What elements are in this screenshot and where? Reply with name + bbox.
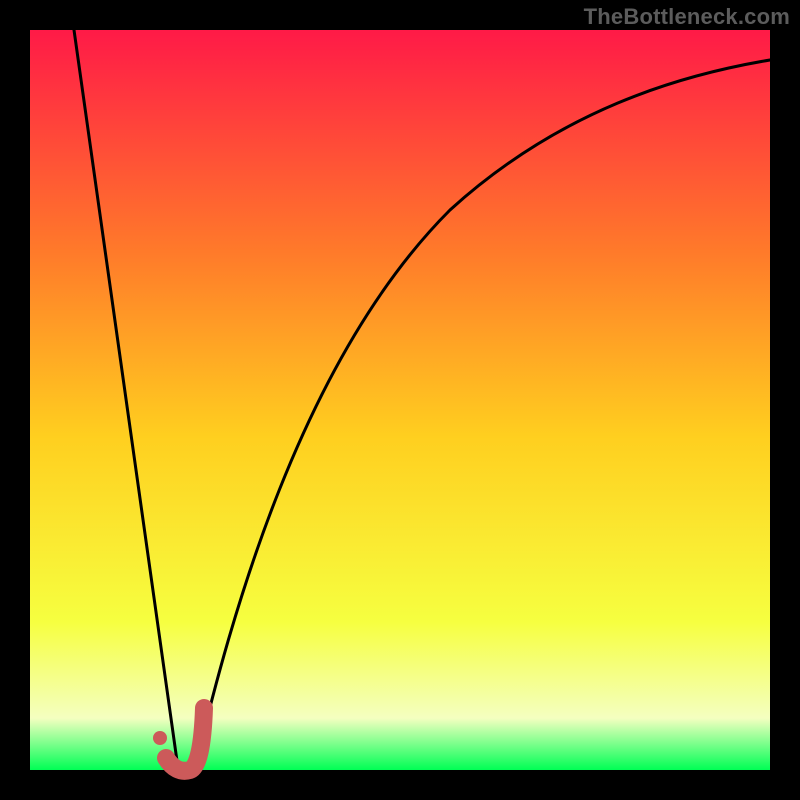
chart-frame: { "watermark": "TheBottleneck.com", "col… (0, 0, 800, 800)
watermark-text: TheBottleneck.com (584, 4, 790, 30)
plot-background (30, 30, 770, 770)
highlight-dot-icon (153, 731, 167, 745)
chart-svg (0, 0, 800, 800)
